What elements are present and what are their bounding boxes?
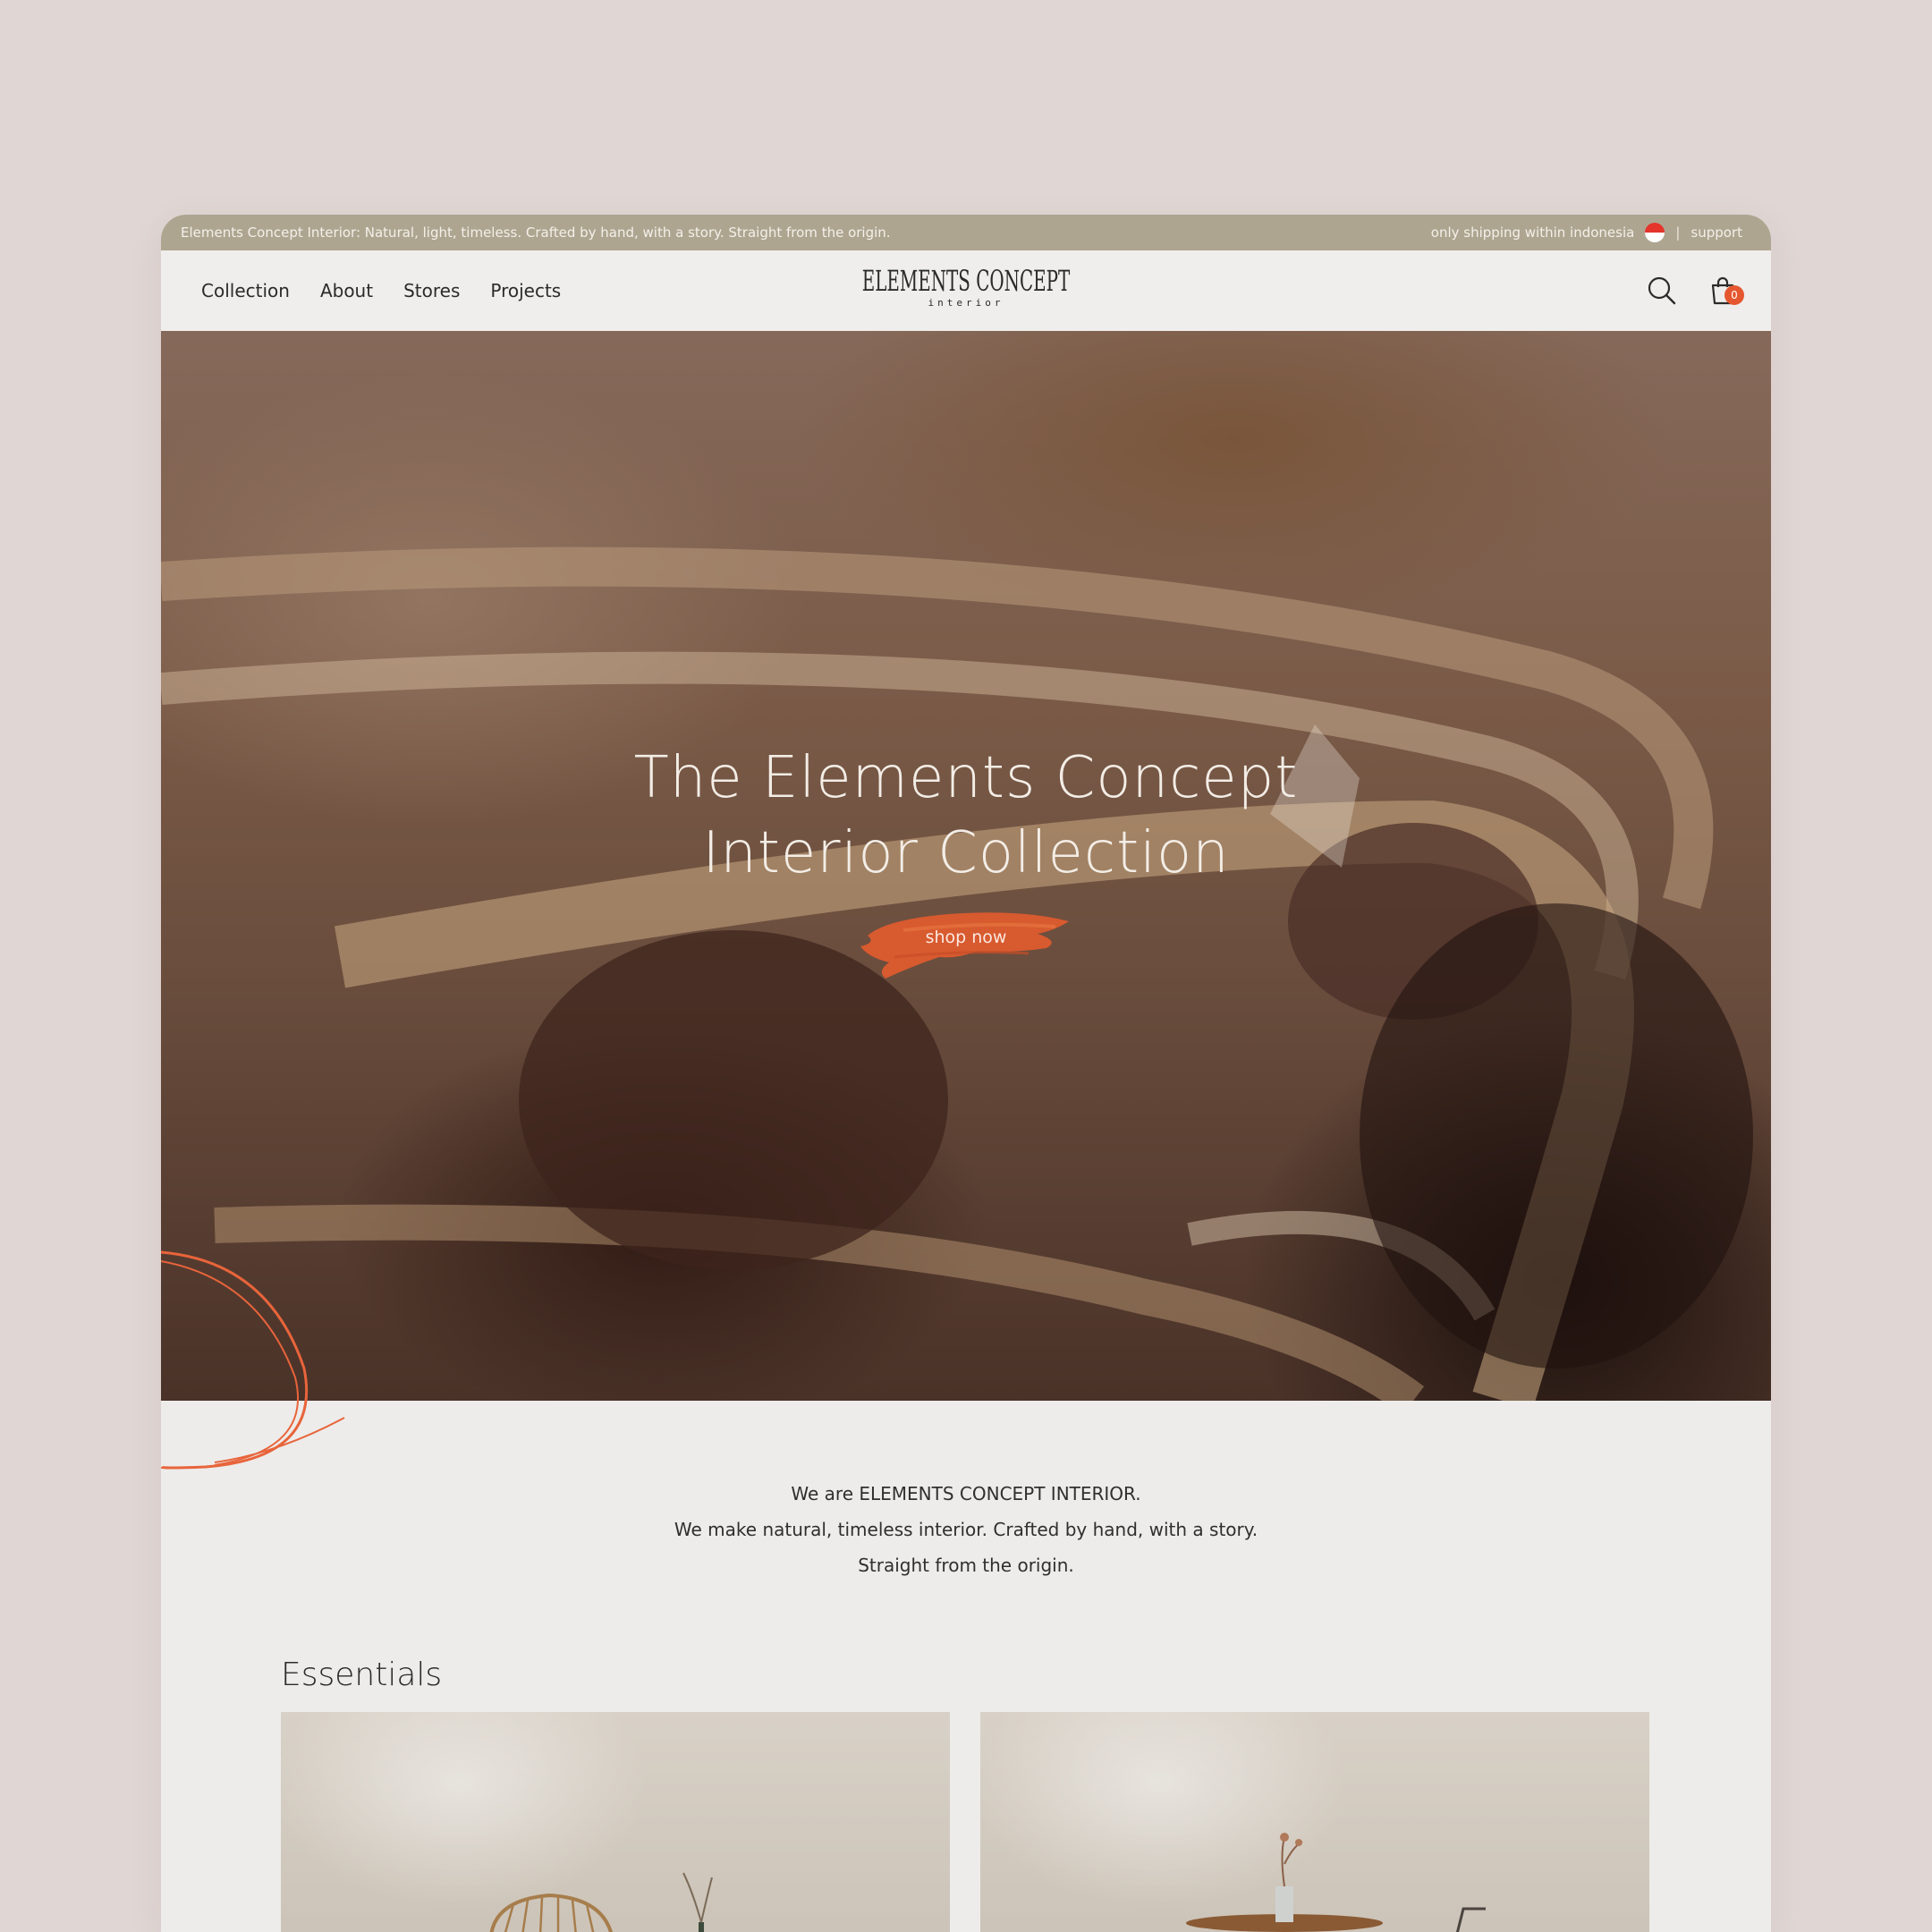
rattan-chair-image — [489, 1872, 713, 1932]
indonesia-flag-icon — [1645, 223, 1665, 242]
hero-title-line-1: The Elements Concept — [633, 745, 1299, 811]
header-icons: 0 — [1644, 250, 1744, 331]
logo-wordmark: ELEMENTS CONCEPT — [861, 264, 1071, 298]
essentials-card-left[interactable] — [281, 1712, 950, 1932]
intro-line-3: Straight from the origin. — [858, 1555, 1074, 1576]
search-button[interactable] — [1644, 273, 1680, 309]
intro-line-2: We make natural, timeless interior. Craf… — [674, 1519, 1258, 1540]
nav-item-about[interactable]: About — [320, 280, 373, 301]
browser-frame: Elements Concept Interior: Natural, ligh… — [161, 215, 1771, 1932]
cart-button[interactable]: 0 — [1705, 273, 1744, 309]
search-icon — [1648, 276, 1676, 305]
announcement-text: Elements Concept Interior: Natural, ligh… — [181, 225, 891, 241]
site-logo[interactable]: ELEMENTS CONCEPT interior — [799, 263, 1134, 309]
shop-now-label: shop now — [925, 928, 1007, 947]
nav-item-stores[interactable]: Stores — [403, 280, 460, 301]
site-header: Collection About Stores Projects ELEMENT… — [161, 250, 1771, 331]
nav-item-collection[interactable]: Collection — [201, 280, 290, 301]
shop-now-button[interactable]: shop now — [850, 894, 1082, 993]
dining-table-image — [1186, 1833, 1486, 1932]
orange-swirl-decoration — [161, 1250, 345, 1470]
shipping-notice: only shipping within indonesia — [1430, 225, 1635, 241]
hero-banner: The Elements Concept Interior Collection… — [161, 331, 1771, 1401]
intro-line-1: We are ELEMENTS CONCEPT INTERIOR. — [791, 1483, 1141, 1504]
cart-count-badge: 0 — [1724, 285, 1744, 305]
intro-text: We are ELEMENTS CONCEPT INTERIOR. We mak… — [161, 1476, 1771, 1583]
essentials-heading: Essentials — [281, 1657, 443, 1693]
hero-title-line-2: Interior Collection — [702, 820, 1230, 886]
announcement-right: only shipping within indonesia | support — [1431, 223, 1742, 242]
main-nav: Collection About Stores Projects — [201, 250, 561, 331]
nav-item-projects[interactable]: Projects — [490, 280, 561, 301]
hero-title: The Elements Concept Interior Collection — [161, 741, 1771, 891]
essentials-card-right[interactable] — [980, 1712, 1649, 1932]
separator: | — [1675, 225, 1681, 241]
announcement-bar: Elements Concept Interior: Natural, ligh… — [161, 215, 1771, 250]
support-link[interactable]: support — [1690, 225, 1742, 241]
